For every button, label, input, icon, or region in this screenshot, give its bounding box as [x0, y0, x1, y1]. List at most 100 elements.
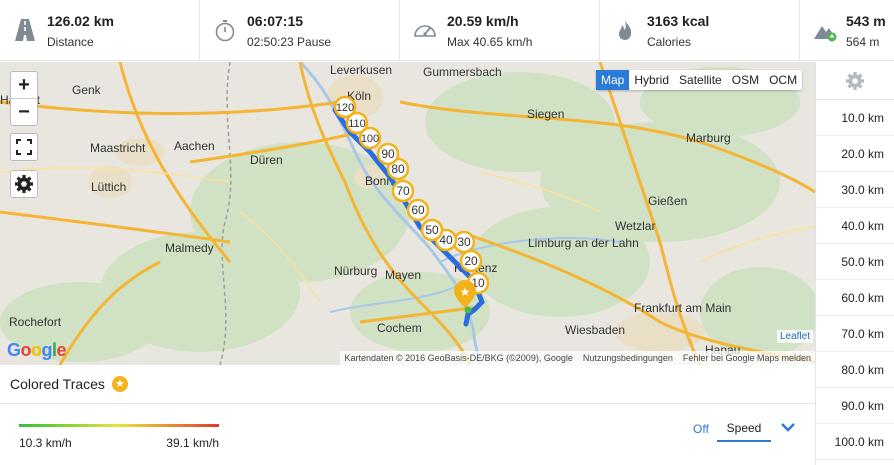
zoom-in-button[interactable]: + — [11, 72, 37, 99]
place-label: Genk — [72, 83, 102, 97]
place-label: Limburg an der Lahn — [528, 236, 639, 250]
route-marker[interactable]: 90 — [376, 142, 400, 166]
svg-text:80: 80 — [391, 162, 405, 176]
svg-text:70: 70 — [396, 184, 410, 198]
place-label: Gießen — [648, 194, 687, 208]
chevron-down-icon[interactable] — [780, 421, 796, 433]
colored-traces-title: Colored Traces — [10, 376, 105, 392]
gear-icon — [846, 71, 864, 90]
route-marker[interactable]: 120 — [333, 95, 357, 119]
distance-row[interactable]: 70.0 km — [816, 316, 894, 352]
fullscreen-button[interactable] — [10, 133, 38, 161]
layer-ocm-button[interactable]: OCM — [764, 70, 802, 90]
place-label: Marburg — [686, 131, 731, 145]
place-label: Lüttich — [91, 180, 126, 194]
svg-text:50: 50 — [425, 223, 439, 237]
svg-text:90: 90 — [381, 147, 395, 161]
map-attribution: Kartendaten © 2016 GeoBasis-DE/BKG (©200… — [340, 351, 815, 365]
distance-row[interactable]: 10.0 km — [816, 100, 894, 136]
place-label: Aachen — [174, 139, 215, 153]
calories-label: Calories — [647, 35, 692, 49]
speed-legend: 10.3 km/h 39.1 km/h — [19, 424, 219, 450]
map-view[interactable]: Leverkusen Gummersbach Köln Genk Hasselt… — [0, 62, 815, 365]
distance-column: 10.0 km 20.0 km 30.0 km 40.0 km 50.0 km … — [815, 62, 894, 465]
stats-bar: 126.02 km Distance 06:07:15 02:50:23 Pau… — [0, 0, 894, 61]
map-settings-button[interactable] — [10, 170, 38, 198]
pause-label: 02:50:23 Pause — [247, 35, 332, 49]
distance-row[interactable]: 30.0 km — [816, 172, 894, 208]
svg-text:110: 110 — [348, 118, 366, 130]
map-layer-switcher: Map Hybrid Satellite OSM OCM — [596, 70, 803, 90]
report-error-link[interactable]: Fehler bei Google Maps melden — [683, 351, 811, 365]
route-marker[interactable]: 20 — [459, 249, 483, 273]
distance-row[interactable]: 40.0 km — [816, 208, 894, 244]
place-label: Wiesbaden — [565, 323, 625, 337]
svg-text:★: ★ — [460, 285, 471, 299]
finish-marker — [464, 306, 472, 314]
stopwatch-icon — [215, 20, 235, 42]
ascent-value: 543 m — [846, 13, 886, 29]
place-label: Maastricht — [90, 141, 146, 155]
stat-speed: 20.59 km/h Max 40.65 km/h — [400, 0, 600, 61]
distance-row[interactable]: 100.0 km — [816, 424, 894, 460]
distance-row[interactable]: 90.0 km — [816, 388, 894, 424]
distance-row[interactable]: 80.0 km — [816, 352, 894, 388]
descent-value: 564 m — [846, 35, 880, 49]
stat-duration: 06:07:15 02:50:23 Pause — [200, 0, 400, 61]
svg-text:20: 20 — [464, 254, 478, 268]
place-label: Malmedy — [165, 241, 214, 255]
place-label: Rochefort — [9, 315, 62, 329]
speedometer-icon — [414, 25, 436, 37]
place-label: Cochem — [377, 321, 422, 335]
trace-off-button[interactable]: Off — [693, 419, 709, 439]
place-label: Siegen — [527, 107, 564, 121]
fullscreen-icon — [16, 139, 32, 155]
colored-traces-header: Colored Traces ★ — [0, 365, 815, 404]
google-logo: Google — [7, 340, 67, 360]
route-marker[interactable]: 70 — [391, 179, 415, 203]
zoom-control: + − — [10, 71, 38, 126]
place-label: Düren — [250, 153, 283, 167]
max-speed-label: Max 40.65 km/h — [447, 35, 533, 49]
stat-elevation: 543 m 564 m — [800, 0, 894, 61]
distance-label: Distance — [47, 35, 94, 49]
gear-icon — [15, 175, 33, 193]
layer-map-button[interactable]: Map — [596, 70, 630, 90]
stat-distance: 126.02 km Distance — [0, 0, 200, 61]
calories-value: 3163 kcal — [647, 13, 710, 29]
route-marker[interactable]: 50 — [420, 218, 444, 242]
layer-osm-button[interactable]: OSM — [727, 70, 764, 90]
place-label: Frankfurt am Main — [634, 301, 731, 315]
duration-value: 06:07:15 — [247, 13, 304, 29]
speed-gradient-bar — [19, 424, 219, 427]
legend-min: 10.3 km/h — [19, 436, 72, 450]
road-icon — [15, 19, 35, 41]
layer-satellite-button[interactable]: Satellite — [674, 70, 727, 90]
distance-value: 126.02 km — [47, 13, 114, 29]
svg-text:100: 100 — [361, 133, 379, 145]
place-label: Nürburg — [334, 264, 377, 278]
place-label: Wetzlar — [615, 219, 655, 233]
stat-calories: 3163 kcal Calories — [600, 0, 800, 61]
terms-link[interactable]: Nutzungsbedingungen — [583, 351, 673, 365]
flame-icon — [619, 20, 632, 40]
elevation-icon — [814, 26, 837, 42]
distance-row[interactable]: 50.0 km — [816, 244, 894, 280]
legend-max: 39.1 km/h — [166, 436, 219, 450]
distance-row[interactable]: 20.0 km — [816, 136, 894, 172]
route-marker[interactable]: 60 — [406, 198, 430, 222]
place-label: Gummersbach — [423, 65, 502, 79]
layer-hybrid-button[interactable]: Hybrid — [629, 70, 674, 90]
map-tiles[interactable]: Leverkusen Gummersbach Köln Genk Hasselt… — [0, 62, 815, 365]
svg-text:120: 120 — [336, 102, 354, 114]
column-settings-button[interactable] — [816, 62, 894, 100]
distance-row[interactable]: 60.0 km — [816, 280, 894, 316]
attribution-text: Kartendaten © 2016 GeoBasis-DE/BKG (©200… — [344, 353, 573, 363]
star-icon: ★ — [111, 376, 128, 392]
speed-value: 20.59 km/h — [447, 13, 519, 29]
svg-text:30: 30 — [457, 235, 471, 249]
trace-mode-select[interactable]: Speed — [717, 418, 771, 442]
leaflet-link[interactable]: Leaflet — [776, 330, 813, 343]
zoom-out-button[interactable]: − — [11, 99, 37, 126]
place-label: Mayen — [385, 268, 421, 282]
